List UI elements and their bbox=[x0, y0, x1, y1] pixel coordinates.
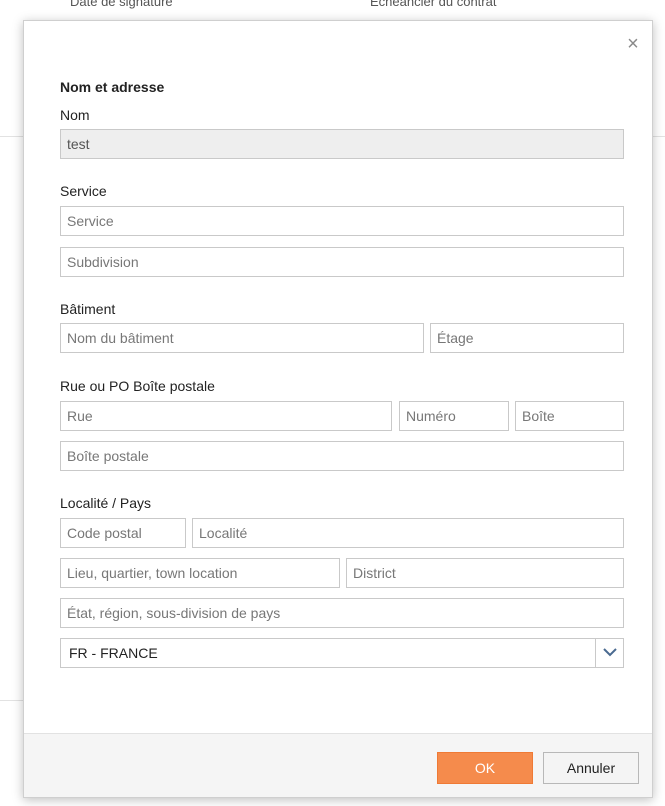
country-select-value: FR - FRANCE bbox=[69, 645, 158, 661]
cancel-button[interactable]: Annuler bbox=[543, 752, 639, 784]
building-name-input[interactable] bbox=[60, 323, 424, 353]
service-input[interactable] bbox=[60, 206, 624, 236]
background-label-right: Echéancier du contrat bbox=[370, 0, 497, 9]
postal-code-input[interactable] bbox=[60, 518, 186, 548]
floor-input[interactable] bbox=[430, 323, 624, 353]
ok-button[interactable]: OK bbox=[437, 752, 533, 784]
street-label: Rue ou PO Boîte postale bbox=[60, 378, 215, 394]
background-divider bbox=[0, 700, 23, 701]
close-button[interactable]: × bbox=[622, 33, 644, 55]
state-region-input[interactable] bbox=[60, 598, 624, 628]
country-select-toggle[interactable] bbox=[595, 639, 623, 667]
dialog-footer: OK Annuler bbox=[24, 733, 652, 797]
background-label-left: Date de signature bbox=[70, 0, 173, 9]
street-input[interactable] bbox=[60, 401, 392, 431]
section-title-name-address: Nom et adresse bbox=[60, 79, 165, 95]
country-select[interactable]: FR - FRANCE bbox=[60, 638, 624, 668]
address-dialog: × Nom et adresse Nom Service Bâtiment Ru… bbox=[23, 20, 653, 798]
batiment-label: Bâtiment bbox=[60, 301, 116, 317]
background-divider bbox=[0, 136, 23, 137]
background-divider bbox=[653, 136, 665, 137]
chevron-down-icon bbox=[603, 648, 617, 657]
location-input[interactable] bbox=[60, 558, 340, 588]
street-number-input[interactable] bbox=[399, 401, 509, 431]
locality-country-label: Localité / Pays bbox=[60, 495, 152, 511]
nom-label: Nom bbox=[60, 107, 90, 123]
service-label: Service bbox=[60, 183, 107, 199]
po-box-input[interactable] bbox=[60, 441, 624, 471]
subdivision-input[interactable] bbox=[60, 247, 624, 277]
locality-input[interactable] bbox=[192, 518, 624, 548]
box-input[interactable] bbox=[515, 401, 624, 431]
nom-input[interactable] bbox=[60, 129, 624, 159]
district-input[interactable] bbox=[346, 558, 624, 588]
close-icon: × bbox=[627, 33, 639, 55]
